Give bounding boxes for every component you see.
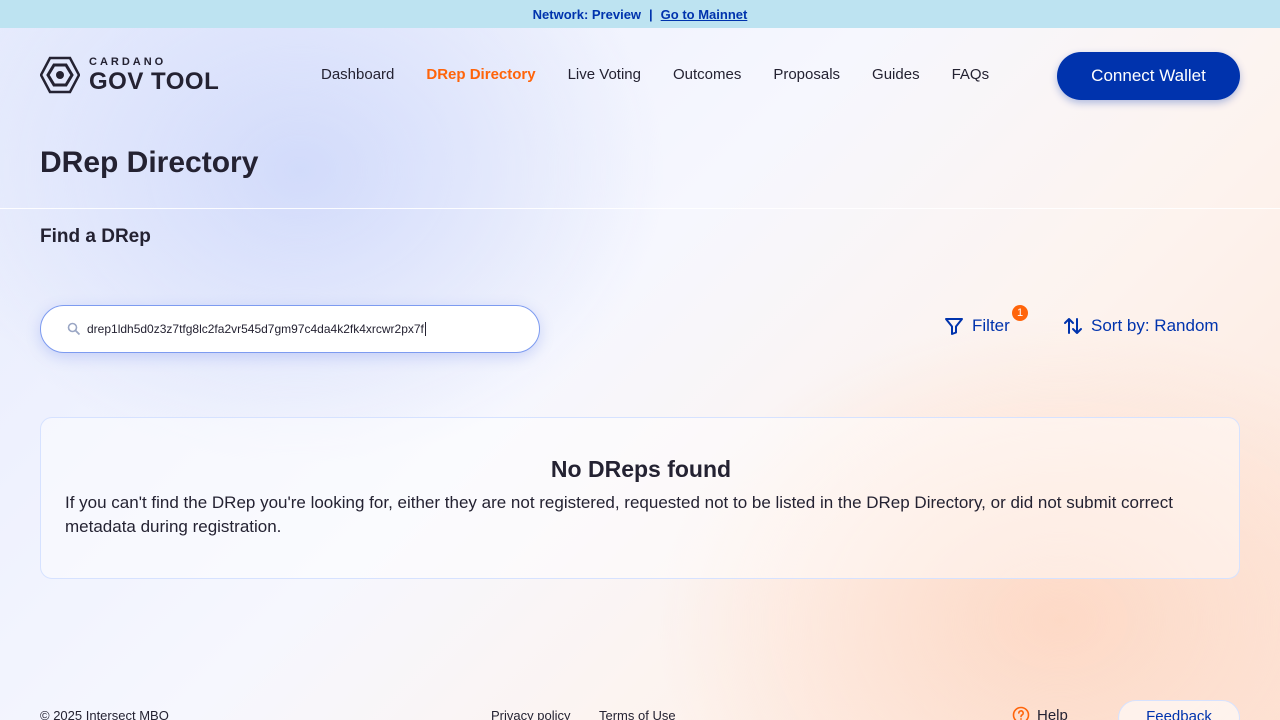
nav-drep-directory[interactable]: DRep Directory [426, 66, 535, 83]
header-divider [0, 208, 1280, 209]
search-icon [67, 322, 81, 336]
empty-state-card: No DReps found If you can't find the DRe… [40, 417, 1240, 579]
find-drep-heading: Find a DRep [40, 226, 151, 247]
terms-of-use-link[interactable]: Terms of Use [599, 708, 676, 720]
govtool-logo[interactable]: CARDANO GOV TOOL [40, 56, 219, 94]
feedback-button[interactable]: Feedback [1118, 700, 1240, 720]
nav-live-voting[interactable]: Live Voting [568, 66, 641, 83]
sort-label: Sort by: Random [1091, 316, 1219, 335]
nav-outcomes[interactable]: Outcomes [673, 66, 741, 83]
sort-arrows-icon [1064, 318, 1082, 334]
help-label: Help [1037, 706, 1068, 720]
empty-state-title: No DReps found [550, 456, 732, 482]
page-title: DRep Directory [40, 146, 259, 179]
logo-govtool-text: GOV TOOL [89, 67, 220, 95]
nav-guides[interactable]: Guides [872, 66, 920, 83]
filter-label: Filter [972, 316, 1010, 335]
filter-button[interactable]: Filter [944, 316, 1010, 336]
filter-count-badge: 1 [1012, 305, 1028, 321]
empty-state-description: If you can't find the DRep you're lookin… [65, 493, 1173, 536]
network-label: Network: Preview [532, 6, 642, 22]
logo-cardano-text: CARDANO [89, 55, 167, 68]
nav-dashboard[interactable]: Dashboard [321, 66, 394, 83]
drep-search-input[interactable]: drep1ldh5d0z3z7tfg8lc2fa2vr545d7gm97c4da… [40, 305, 540, 353]
go-to-mainnet-link[interactable]: Go to Mainnet [661, 7, 748, 22]
nav-proposals[interactable]: Proposals [773, 66, 840, 83]
hexagon-logo-icon [40, 56, 80, 94]
search-input-value[interactable]: drep1ldh5d0z3z7tfg8lc2fa2vr545d7gm97c4da… [87, 322, 426, 336]
privacy-policy-link[interactable]: Privacy policy [491, 708, 570, 720]
help-button[interactable]: Help [1012, 706, 1068, 720]
help-circle-icon [1012, 706, 1030, 720]
connect-wallet-button[interactable]: Connect Wallet [1057, 52, 1240, 100]
site-header: CARDANO GOV TOOL Dashboard DRep Director… [0, 28, 1280, 124]
nav-faqs[interactable]: FAQs [952, 66, 990, 83]
site-footer: © 2025 Intersect MBO Privacy policy Term… [0, 700, 1280, 720]
banner-separator: | [649, 6, 653, 22]
copyright-text: © 2025 Intersect MBO [40, 708, 169, 720]
network-banner: Network: Preview | Go to Mainnet [0, 0, 1280, 28]
main-nav: Dashboard DRep Directory Live Voting Out… [321, 66, 1021, 83]
sort-button[interactable]: Sort by: Random [1063, 316, 1219, 336]
filter-icon [945, 318, 963, 335]
